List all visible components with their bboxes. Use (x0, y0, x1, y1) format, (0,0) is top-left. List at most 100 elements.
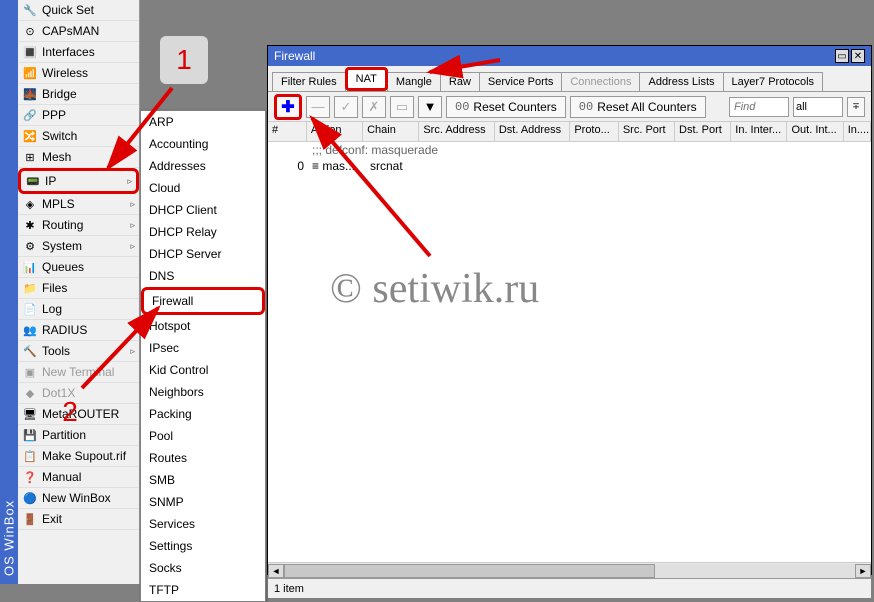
submenu-item-kid-control[interactable]: Kid Control (141, 359, 265, 381)
tab-filter-rules[interactable]: Filter Rules (272, 72, 346, 91)
submenu-item-snmp[interactable]: SNMP (141, 491, 265, 513)
submenu-item-dhcp-relay[interactable]: DHCP Relay (141, 221, 265, 243)
column-header[interactable]: Action (307, 122, 363, 141)
submenu-item-dhcp-client[interactable]: DHCP Client (141, 199, 265, 221)
submenu-item-settings[interactable]: Settings (141, 535, 265, 557)
scroll-right-icon[interactable]: ► (855, 564, 871, 578)
sidebar-item-manual[interactable]: ❓Manual (18, 467, 139, 488)
sidebar-item-system[interactable]: ⚙System▹ (18, 236, 139, 257)
reset-counters-button[interactable]: 00Reset Counters (446, 96, 566, 118)
submenu-item-neighbors[interactable]: Neighbors (141, 381, 265, 403)
horizontal-scrollbar[interactable]: ◄ ► (268, 562, 871, 578)
submenu-item-hotspot[interactable]: Hotspot (141, 315, 265, 337)
submenu-item-socks[interactable]: Socks (141, 557, 265, 579)
column-header[interactable]: In. Inter... (731, 122, 787, 141)
sidebar-item-tools[interactable]: 🔨Tools▹ (18, 341, 139, 362)
menu-icon: ✱ (22, 217, 38, 233)
sidebar-item-quick-set[interactable]: 🔧Quick Set (18, 0, 139, 21)
tab-layer7-protocols[interactable]: Layer7 Protocols (723, 72, 824, 91)
find-input[interactable] (729, 97, 789, 117)
column-header[interactable]: Src. Address (419, 122, 495, 141)
reset-all-counters-button[interactable]: 00Reset All Counters (570, 96, 706, 118)
sidebar-item-make-supout-rif[interactable]: 📋Make Supout.rif (18, 446, 139, 467)
submenu-item-firewall[interactable]: Firewall (141, 287, 265, 315)
column-header[interactable]: Chain (363, 122, 419, 141)
sidebar-item-radius[interactable]: 👥RADIUS (18, 320, 139, 341)
sidebar-item-log[interactable]: 📄Log (18, 299, 139, 320)
menu-icon: 🔗 (22, 107, 38, 123)
disable-button[interactable]: ✗ (362, 96, 386, 118)
sidebar-item-new-winbox[interactable]: 🔵New WinBox (18, 488, 139, 509)
tab-connections[interactable]: Connections (561, 72, 640, 91)
menu-icon: ◆ (22, 385, 38, 401)
submenu-item-smb[interactable]: SMB (141, 469, 265, 491)
sidebar-item-routing[interactable]: ✱Routing▹ (18, 215, 139, 236)
firewall-window: Firewall ▭ ✕ Filter RulesNATMangleRawSer… (267, 45, 872, 575)
rules-grid[interactable]: #ActionChainSrc. AddressDst. AddressProt… (268, 122, 871, 562)
sidebar-item-capsman[interactable]: ⊙CAPsMAN (18, 21, 139, 42)
column-header[interactable]: Dst. Port (675, 122, 731, 141)
add-button[interactable]: ✚ (274, 94, 302, 120)
submenu-item-dns[interactable]: DNS (141, 265, 265, 287)
column-header[interactable]: Proto... (570, 122, 619, 141)
callout-2: 2 (46, 388, 94, 436)
menu-icon: ❓ (22, 469, 38, 485)
comment-button[interactable]: ▭ (390, 96, 414, 118)
submenu-item-pool[interactable]: Pool (141, 425, 265, 447)
submenu-item-tftp[interactable]: TFTP (141, 579, 265, 601)
enable-button[interactable]: ✓ (334, 96, 358, 118)
sidebar-item-bridge[interactable]: 🌉Bridge (18, 84, 139, 105)
chevron-right-icon: ▹ (130, 241, 135, 252)
table-row[interactable]: 0≡ mas...srcnat (268, 158, 871, 174)
tab-mangle[interactable]: Mangle (387, 72, 441, 91)
sidebar-item-new-terminal[interactable]: ▣New Terminal (18, 362, 139, 383)
submenu-item-arp[interactable]: ARP (141, 111, 265, 133)
callout-1: 1 (160, 36, 208, 84)
remove-button[interactable]: — (306, 96, 330, 118)
tab-raw[interactable]: Raw (440, 72, 480, 91)
column-header[interactable]: Out. Int... (787, 122, 843, 141)
submenu-item-services[interactable]: Services (141, 513, 265, 535)
sidebar-item-ip[interactable]: 📟IP▹ (18, 168, 139, 194)
sidebar-label: Mesh (42, 150, 71, 164)
tab-address-lists[interactable]: Address Lists (639, 72, 723, 91)
submenu-item-accounting[interactable]: Accounting (141, 133, 265, 155)
tab-service-ports[interactable]: Service Ports (479, 72, 562, 91)
scroll-left-icon[interactable]: ◄ (268, 564, 284, 578)
filter-icon[interactable]: ▼ (418, 96, 442, 118)
submenu-item-routes[interactable]: Routes (141, 447, 265, 469)
column-header[interactable]: In.... (844, 122, 871, 141)
sidebar-item-exit[interactable]: 🚪Exit (18, 509, 139, 530)
sidebar-item-queues[interactable]: 📊Queues (18, 257, 139, 278)
sidebar-label: Exit (42, 512, 62, 526)
close-icon[interactable]: ✕ (851, 49, 865, 63)
sidebar-item-mesh[interactable]: ⊞Mesh (18, 147, 139, 168)
sidebar-label: Switch (42, 129, 77, 143)
sidebar-item-switch[interactable]: 🔀 Switch (18, 126, 139, 147)
minimize-icon[interactable]: ▭ (835, 49, 849, 63)
sidebar-item-files[interactable]: 📁Files (18, 278, 139, 299)
firewall-titlebar[interactable]: Firewall ▭ ✕ (268, 46, 871, 66)
tab-nat[interactable]: NAT (345, 67, 388, 91)
main-sidebar: 🔧Quick Set⊙CAPsMAN🔳Interfaces📶Wireless🌉B… (18, 0, 140, 584)
submenu-item-packing[interactable]: Packing (141, 403, 265, 425)
filter-select[interactable] (793, 97, 843, 117)
sidebar-label: System (42, 239, 82, 253)
chevron-right-icon: ▹ (130, 346, 135, 357)
column-header[interactable]: Dst. Address (495, 122, 571, 141)
sidebar-item-mpls[interactable]: ◈MPLS▹ (18, 194, 139, 215)
column-header[interactable]: # (268, 122, 307, 141)
sidebar-item-interfaces[interactable]: 🔳Interfaces (18, 42, 139, 63)
sidebar-item-ppp[interactable]: 🔗PPP (18, 105, 139, 126)
column-header[interactable]: Src. Port (619, 122, 675, 141)
menu-icon: 📋 (22, 448, 38, 464)
dropdown-icon[interactable]: ∓ (847, 97, 865, 117)
sidebar-label: CAPsMAN (42, 24, 99, 38)
submenu-item-dhcp-server[interactable]: DHCP Server (141, 243, 265, 265)
submenu-item-ipsec[interactable]: IPsec (141, 337, 265, 359)
submenu-item-addresses[interactable]: Addresses (141, 155, 265, 177)
table-row[interactable]: ;;; defconf: masquerade (268, 142, 871, 158)
sidebar-item-wireless[interactable]: 📶Wireless (18, 63, 139, 84)
menu-icon: 🔀 (22, 128, 38, 144)
submenu-item-cloud[interactable]: Cloud (141, 177, 265, 199)
